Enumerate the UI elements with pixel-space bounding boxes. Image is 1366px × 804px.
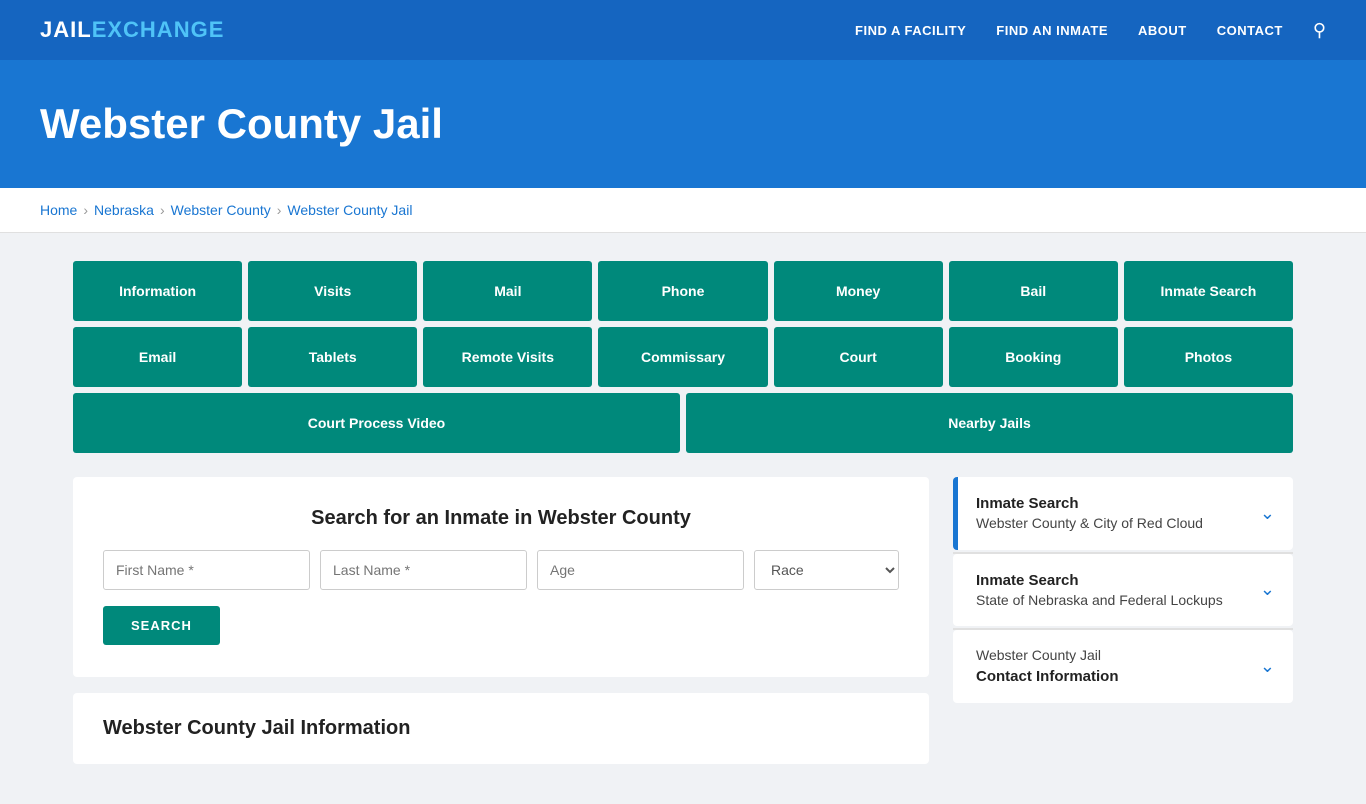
sidebar-card-2: Inmate Search State of Nebraska and Fede… [953, 554, 1293, 627]
nav-contact[interactable]: CONTACT [1217, 23, 1283, 38]
btn-remote-visits[interactable]: Remote Visits [423, 327, 592, 387]
left-column: Search for an Inmate in Webster County R… [73, 477, 929, 764]
sidebar-card-1-title: Inmate Search Webster County & City of R… [976, 493, 1203, 534]
breadcrumb-area: Home › Nebraska › Webster County › Webst… [0, 188, 1366, 233]
btn-tablets[interactable]: Tablets [248, 327, 417, 387]
btn-bail[interactable]: Bail [949, 261, 1118, 321]
sidebar-card-1: Inmate Search Webster County & City of R… [953, 477, 1293, 550]
search-title: Search for an Inmate in Webster County [103, 507, 899, 530]
sidebar-card-3: Webster County Jail Contact Information … [953, 630, 1293, 703]
btn-phone[interactable]: Phone [598, 261, 767, 321]
btn-email[interactable]: Email [73, 327, 242, 387]
sidebar: Inmate Search Webster County & City of R… [953, 477, 1293, 705]
search-box: Search for an Inmate in Webster County R… [73, 477, 929, 677]
btn-court[interactable]: Court [774, 327, 943, 387]
breadcrumb-nebraska[interactable]: Nebraska [94, 202, 154, 218]
breadcrumb-sep-3: › [277, 202, 282, 218]
sidebar-card-1-header[interactable]: Inmate Search Webster County & City of R… [958, 477, 1293, 550]
sidebar-card-3-header[interactable]: Webster County Jail Contact Information … [958, 630, 1293, 703]
btn-information[interactable]: Information [73, 261, 242, 321]
nav-about[interactable]: ABOUT [1138, 23, 1187, 38]
sidebar-card-3-title: Webster County Jail Contact Information [976, 646, 1119, 687]
button-grid-section: Information Visits Mail Phone Money Bail… [33, 233, 1333, 453]
button-row-3: Court Process Video Nearby Jails [73, 393, 1293, 453]
btn-inmate-search[interactable]: Inmate Search [1124, 261, 1293, 321]
header: JAILEXCHANGE FIND A FACILITY FIND AN INM… [0, 0, 1366, 60]
age-input[interactable] [537, 550, 744, 590]
btn-mail[interactable]: Mail [423, 261, 592, 321]
button-row-1: Information Visits Mail Phone Money Bail… [73, 261, 1293, 321]
btn-money[interactable]: Money [774, 261, 943, 321]
first-name-input[interactable] [103, 550, 310, 590]
breadcrumb: Home › Nebraska › Webster County › Webst… [40, 188, 1326, 232]
breadcrumb-jail[interactable]: Webster County Jail [287, 202, 412, 218]
btn-court-process-video[interactable]: Court Process Video [73, 393, 680, 453]
breadcrumb-sep-2: › [160, 202, 165, 218]
btn-commissary[interactable]: Commissary [598, 327, 767, 387]
logo[interactable]: JAILEXCHANGE [40, 17, 224, 43]
page-title: Webster County Jail [40, 100, 1326, 148]
btn-nearby-jails[interactable]: Nearby Jails [686, 393, 1293, 453]
race-select[interactable]: Race White Black Hispanic Asian Other [754, 550, 899, 590]
nav-find-inmate[interactable]: FIND AN INMATE [996, 23, 1108, 38]
logo-jail: JAIL [40, 17, 92, 42]
nav-find-facility[interactable]: FIND A FACILITY [855, 23, 966, 38]
btn-booking[interactable]: Booking [949, 327, 1118, 387]
search-button[interactable]: SEARCH [103, 606, 220, 645]
info-section: Webster County Jail Information [73, 693, 929, 764]
nav: FIND A FACILITY FIND AN INMATE ABOUT CON… [855, 20, 1326, 41]
breadcrumb-home[interactable]: Home [40, 202, 77, 218]
hero-section: Webster County Jail [0, 60, 1366, 188]
sidebar-card-2-header[interactable]: Inmate Search State of Nebraska and Fede… [958, 554, 1293, 627]
info-title: Webster County Jail Information [103, 717, 899, 740]
chevron-down-icon-3: ⌄ [1260, 656, 1275, 677]
breadcrumb-sep-1: › [83, 202, 88, 218]
main-layout: Search for an Inmate in Webster County R… [73, 477, 1293, 764]
chevron-down-icon-1: ⌄ [1260, 503, 1275, 524]
btn-photos[interactable]: Photos [1124, 327, 1293, 387]
sidebar-card-2-title: Inmate Search State of Nebraska and Fede… [976, 570, 1223, 611]
breadcrumb-webster-county[interactable]: Webster County [171, 202, 271, 218]
logo-exchange: EXCHANGE [92, 17, 225, 42]
search-fields: Race White Black Hispanic Asian Other [103, 550, 899, 590]
search-icon[interactable]: ⚲ [1313, 20, 1326, 41]
last-name-input[interactable] [320, 550, 527, 590]
btn-visits[interactable]: Visits [248, 261, 417, 321]
button-row-2: Email Tablets Remote Visits Commissary C… [73, 327, 1293, 387]
chevron-down-icon-2: ⌄ [1260, 579, 1275, 600]
